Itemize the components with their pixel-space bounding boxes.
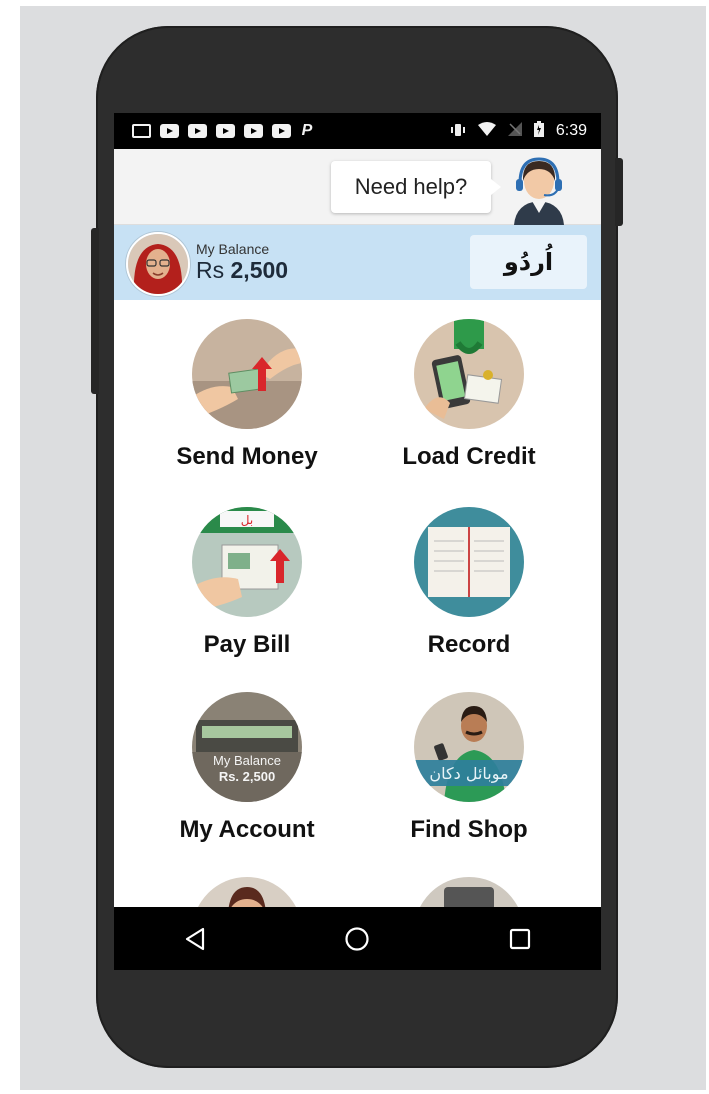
tile-label: Find Shop <box>410 816 528 843</box>
paypal-icon: P <box>301 122 313 139</box>
youtube-icon <box>244 124 263 138</box>
tile-send-money[interactable]: Send Money <box>147 319 347 471</box>
device-icon <box>414 877 524 907</box>
bill-badge-text: بل <box>241 513 253 527</box>
recents-square-icon[interactable] <box>490 919 550 959</box>
tile-label: Record <box>427 631 511 658</box>
support-agent-icon[interactable] <box>504 153 574 225</box>
send-money-icon <box>192 319 302 429</box>
shopkeeper-icon: موبائل دکان <box>414 692 524 802</box>
power-button <box>615 158 623 226</box>
vibrate-icon <box>450 123 466 140</box>
youtube-icon <box>188 124 207 138</box>
no-signal-icon <box>507 122 522 140</box>
wallet-balance-value: Rs. 2,500 <box>219 769 275 784</box>
tile-find-shop[interactable]: موبائل دکان Find Shop <box>369 692 569 844</box>
balance-value: Rs 2,500 <box>196 257 288 284</box>
home-circle-icon[interactable] <box>327 919 387 959</box>
volume-button <box>91 228 99 394</box>
load-credit-icon <box>414 319 524 429</box>
tile-record[interactable]: Record <box>369 507 569 659</box>
back-triangle-icon[interactable] <box>165 919 225 959</box>
navigation-bar <box>114 907 601 970</box>
shop-banner-text: موبائل دکان <box>429 764 508 784</box>
status-time: 6:39 <box>555 122 587 139</box>
balance-currency: Rs <box>196 257 225 283</box>
tile-label: My Account <box>179 816 315 843</box>
pay-bill-icon: بل <box>192 507 302 617</box>
wifi-icon <box>477 122 496 140</box>
user-avatar[interactable] <box>126 232 190 296</box>
status-bar: P 6:39 <box>114 113 601 149</box>
record-book-icon <box>414 507 524 617</box>
need-help-label: Need help? <box>354 174 468 199</box>
tile-partial-left[interactable] <box>147 877 347 907</box>
language-urdu-button[interactable]: اُردُو <box>470 235 587 289</box>
tile-label: Send Money <box>176 443 318 470</box>
battery-icon <box>533 121 544 141</box>
app-screen: Need help? My Balance Rs 2,500 اُردُو Se… <box>114 149 601 907</box>
balance-label: My Balance <box>196 241 270 257</box>
tile-label: Load Credit <box>402 443 536 470</box>
wallet-balance-label: My Balance <box>213 753 281 768</box>
youtube-icon <box>272 124 291 138</box>
tile-pay-bill[interactable]: بل Pay Bill <box>147 507 347 659</box>
tile-load-credit[interactable]: Load Credit <box>369 319 569 471</box>
need-help-button[interactable]: Need help? <box>331 161 501 213</box>
tile-partial-right[interactable] <box>369 877 569 907</box>
tile-my-account[interactable]: My Balance Rs. 2,500 My Account <box>147 692 347 844</box>
youtube-icon <box>216 124 235 138</box>
person-icon <box>192 877 302 907</box>
tile-label: Pay Bill <box>203 631 291 658</box>
screen-cast-icon <box>132 124 151 138</box>
youtube-icon <box>160 124 179 138</box>
wallet-icon: My Balance Rs. 2,500 <box>192 692 302 802</box>
balance-amount: 2,500 <box>230 257 289 283</box>
